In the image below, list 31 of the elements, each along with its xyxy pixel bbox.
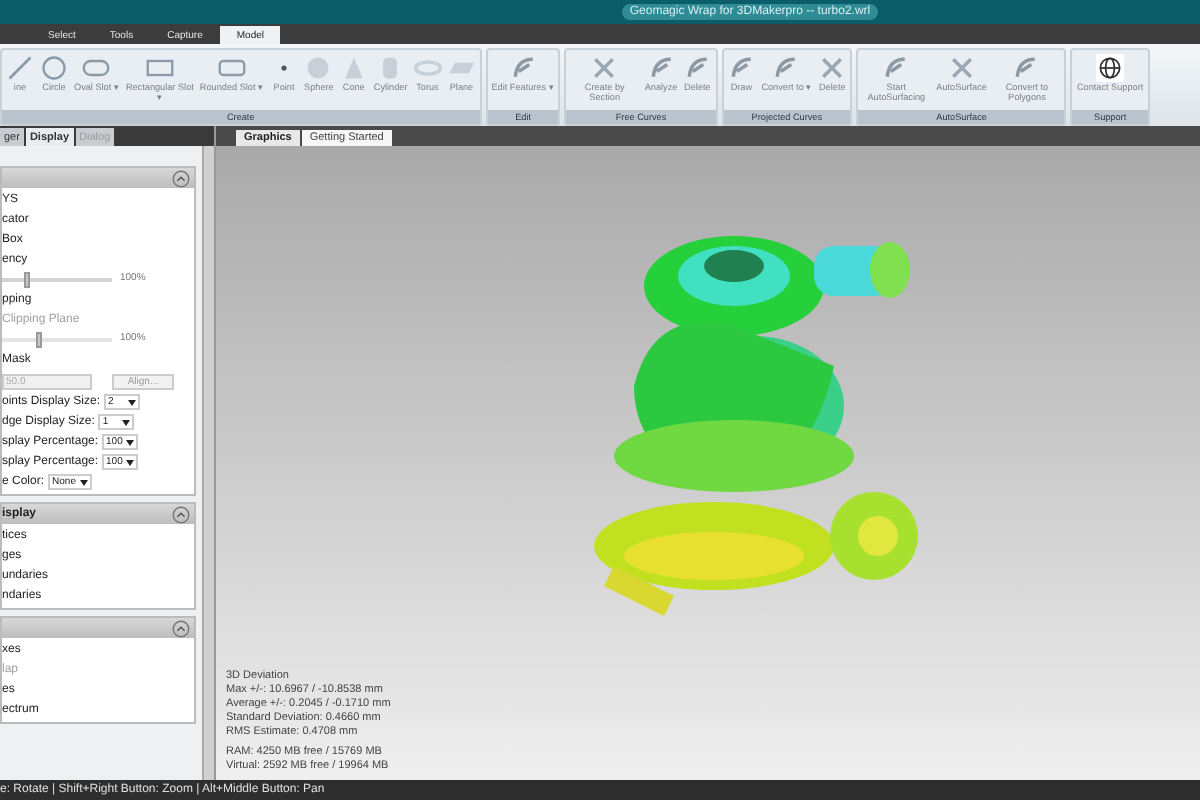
tool-icon bbox=[882, 54, 911, 82]
collapse-icon[interactable] bbox=[172, 169, 190, 187]
collapse-icon[interactable] bbox=[172, 619, 190, 637]
tool-icon bbox=[772, 54, 801, 82]
tool-icon bbox=[647, 54, 676, 82]
tool-icon bbox=[40, 54, 68, 82]
tool-icon bbox=[1012, 54, 1041, 82]
tool-icon bbox=[727, 54, 756, 82]
collapse-icon[interactable] bbox=[172, 505, 190, 523]
scrollbar[interactable] bbox=[202, 146, 214, 780]
slider-thumb[interactable] bbox=[24, 272, 30, 288]
tool-icon bbox=[339, 54, 368, 82]
tool-icon bbox=[82, 54, 111, 82]
caret-icon bbox=[126, 439, 135, 445]
caret-icon bbox=[128, 399, 137, 405]
section-header[interactable] bbox=[2, 168, 194, 188]
caret-icon bbox=[79, 479, 88, 485]
tool-icon bbox=[1096, 54, 1125, 82]
tool-icon bbox=[590, 54, 619, 82]
tool-icon bbox=[509, 54, 538, 82]
tool-icon bbox=[217, 54, 246, 82]
tool-icon bbox=[818, 54, 847, 82]
tool-icon bbox=[413, 54, 442, 82]
tool-icon bbox=[145, 54, 174, 82]
tool-icon bbox=[304, 54, 333, 82]
caret-icon bbox=[122, 419, 131, 425]
tool-icon bbox=[683, 54, 712, 82]
tool-icon bbox=[947, 54, 976, 82]
section-header[interactable] bbox=[2, 618, 194, 638]
tool-icon bbox=[6, 54, 34, 82]
caret-icon bbox=[126, 459, 135, 465]
